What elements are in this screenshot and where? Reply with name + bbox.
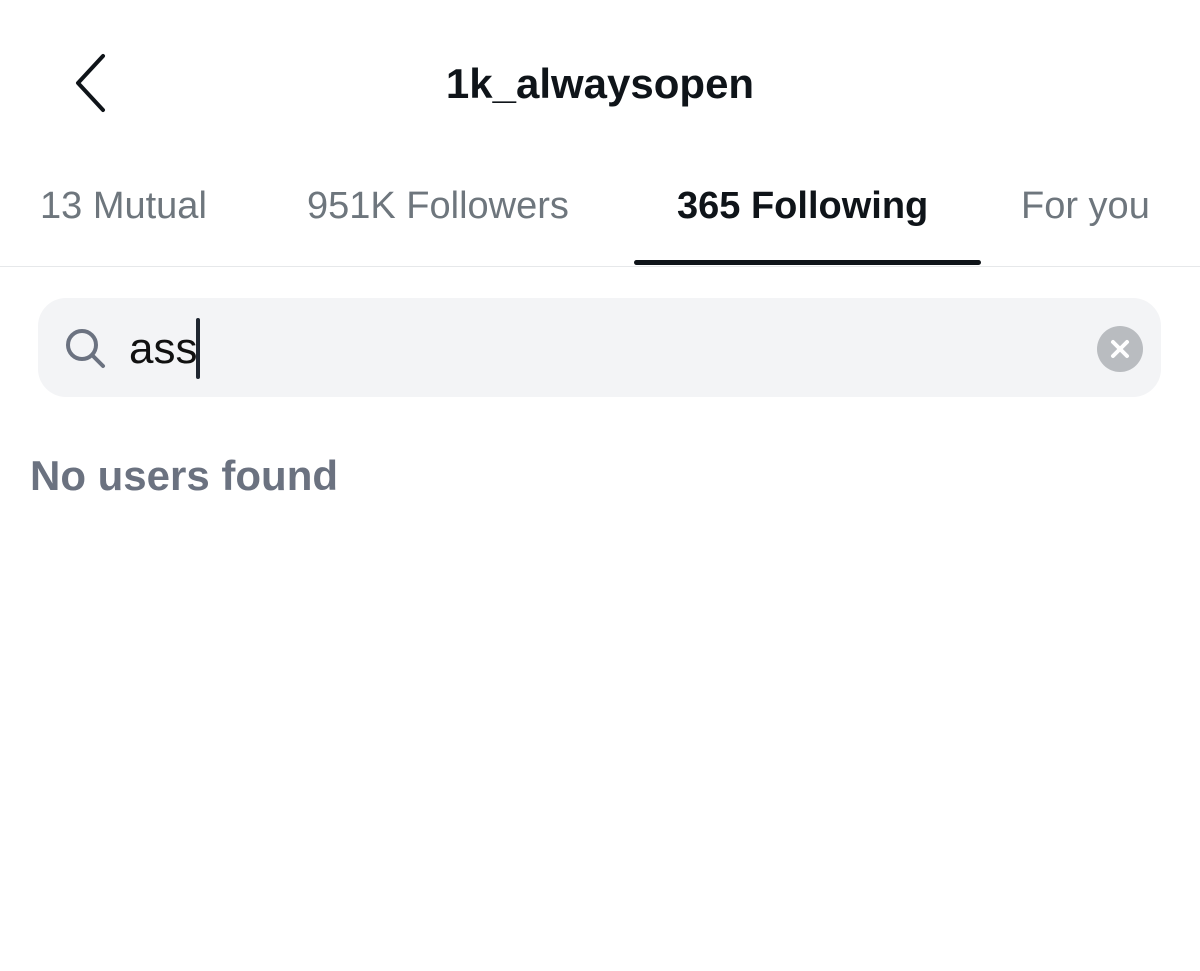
clear-search-button[interactable] [1097,326,1143,372]
tab-following[interactable]: 365 Following [677,182,928,266]
clear-icon [1111,340,1129,358]
tab-followers[interactable]: 951K Followers [307,182,569,266]
page-title: 1k_alwaysopen [445,60,755,107]
search-icon [66,329,105,368]
active-tab-indicator [634,260,981,265]
tab-mutual[interactable]: 13 Mutual [40,182,207,266]
profile-tabs: 13 Mutual 951K Followers 365 Following F… [0,160,1200,267]
empty-results-message: No users found [30,452,339,499]
text-cursor [196,318,200,379]
tab-for-you[interactable]: For you [1021,182,1150,266]
search-input[interactable] [129,318,1029,380]
header: 1k_alwaysopen [0,0,1200,150]
